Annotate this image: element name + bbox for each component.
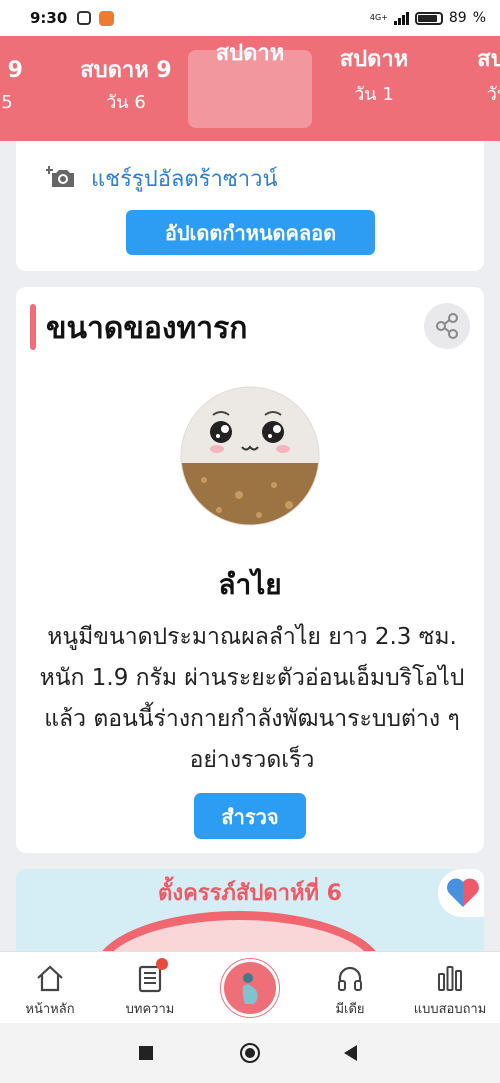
status-bar: 9:30 4G+ 89%: [0, 0, 500, 36]
back-button[interactable]: [344, 1045, 357, 1061]
recent-apps-button[interactable]: [139, 1046, 153, 1060]
banner-title: ตั้งครรภ์สัปดาห์ที่ 6: [158, 881, 342, 906]
fruit-name: ลำไย: [218, 568, 282, 601]
explore-button[interactable]: สำรวจ: [194, 793, 306, 839]
instagram-icon: [77, 11, 92, 25]
favorite-button[interactable]: [438, 869, 484, 917]
ultrasound-card: แชร์รูปอัลตร้าซาวน์ อัปเดตกำหนดคลอด: [16, 141, 484, 271]
tab-media[interactable]: มีเดีย: [300, 952, 400, 1024]
week-item[interactable]: สบดาห 9 วัน 6: [64, 56, 188, 118]
week-item-selected[interactable]: สปดาห: [188, 42, 312, 128]
banner-graphic: [94, 911, 384, 951]
tab-home[interactable]: หน้าหลัก: [0, 952, 100, 1024]
app-notification-icon: [99, 10, 115, 26]
card-title: ขนาดของทารก: [46, 311, 248, 346]
status-time: 9:30: [30, 9, 68, 27]
add-photo-icon[interactable]: [46, 165, 76, 189]
network-type: 4G+: [369, 13, 388, 22]
system-nav-bar: [0, 1023, 500, 1083]
chart-icon: [438, 966, 462, 991]
baby-size-card: ขนาดของทารก ลำไย หนูมีขนาดประมาณผลลำไย ย…: [16, 287, 484, 853]
week-item[interactable]: สปดาห วัน 1: [312, 48, 436, 110]
battery-level: 89: [448, 10, 467, 26]
home-button[interactable]: [240, 1043, 260, 1063]
tab-articles[interactable]: บทความ: [100, 952, 200, 1024]
week-item[interactable]: าห 9 น 5: [0, 56, 60, 118]
week-selector[interactable]: าห 9 น 5 สบดาห 9 วัน 6 สปดาห สปดาห วัน 1…: [0, 36, 500, 141]
share-ultrasound-link[interactable]: แชร์รูปอัลตร้าซาวน์: [91, 161, 278, 196]
notification-dot: [156, 958, 168, 970]
tab-pregnancy[interactable]: [221, 959, 279, 1017]
share-icon: [436, 313, 458, 339]
longan-illustration: [180, 386, 320, 526]
pregnancy-icon: [242, 973, 258, 1004]
pregnancy-week-banner[interactable]: ตั้งครรภ์สัปดาห์ที่ 6: [16, 869, 484, 951]
week-item[interactable]: สปด วัน: [436, 48, 500, 110]
tab-survey[interactable]: แบบสอบถาม: [400, 952, 500, 1024]
battery-icon: [414, 11, 443, 25]
signal-icon: [393, 11, 409, 25]
update-due-date-button[interactable]: อัปเดตกำหนดคลอด: [126, 210, 375, 255]
title-accent: [30, 304, 36, 350]
bottom-tab-bar: หน้าหลัก บทความ มีเดีย แบบสอบถาม: [0, 951, 500, 1024]
headphones-icon: [338, 966, 362, 991]
fruit-description: หนูมีขนาดประมาณผลลำไย ยาว 2.3 ซม. หนัก 1…: [39, 624, 465, 773]
heart-icon: [447, 878, 479, 907]
share-button[interactable]: [424, 303, 470, 349]
home-icon: [37, 965, 63, 992]
